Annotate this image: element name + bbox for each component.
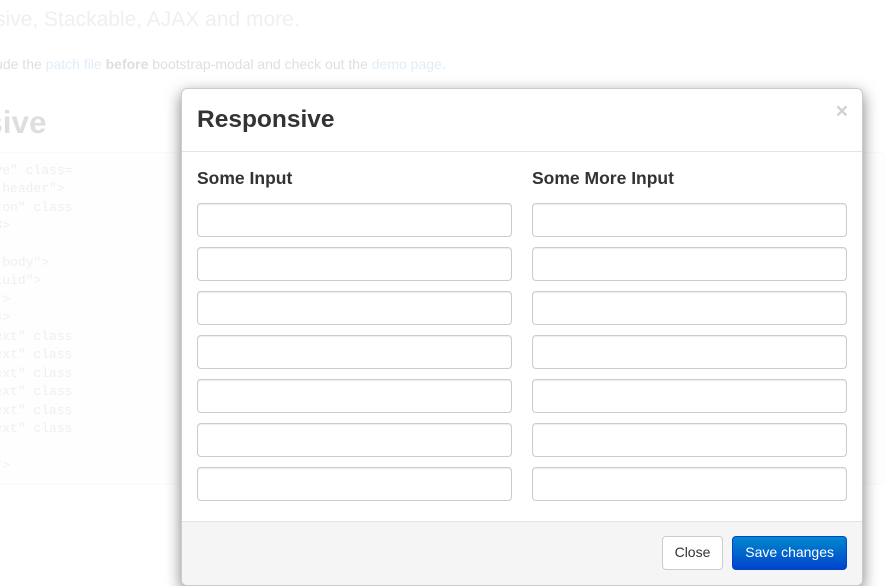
left-input-5[interactable] <box>197 379 512 413</box>
modal-body: Some Input Some More Input <box>182 152 862 521</box>
close-button[interactable]: Close <box>662 536 724 570</box>
left-input-1[interactable] <box>197 203 512 237</box>
right-input-5[interactable] <box>532 379 847 413</box>
left-input-2[interactable] <box>197 247 512 281</box>
modal-footer: Close Save changes <box>182 521 862 585</box>
save-changes-button[interactable]: Save changes <box>732 536 847 570</box>
right-input-1[interactable] <box>532 203 847 237</box>
right-input-4[interactable] <box>532 335 847 369</box>
left-input-6[interactable] <box>197 423 512 457</box>
responsive-modal: Responsive × Some Input Some More Input … <box>181 88 863 586</box>
modal-title: Responsive <box>197 104 847 136</box>
right-input-7[interactable] <box>532 467 847 501</box>
close-icon[interactable]: × <box>836 101 848 122</box>
left-input-7[interactable] <box>197 467 512 501</box>
modal-header: Responsive × <box>182 89 862 152</box>
right-input-3[interactable] <box>532 291 847 325</box>
right-input-6[interactable] <box>532 423 847 457</box>
left-input-4[interactable] <box>197 335 512 369</box>
left-col-heading: Some Input <box>197 166 512 191</box>
modal-col-left: Some Input <box>197 166 512 511</box>
modal-row: Some Input Some More Input <box>197 166 847 511</box>
right-col-heading: Some More Input <box>532 166 847 191</box>
modal-col-right: Some More Input <box>532 166 847 511</box>
right-input-2[interactable] <box>532 247 847 281</box>
left-input-3[interactable] <box>197 291 512 325</box>
